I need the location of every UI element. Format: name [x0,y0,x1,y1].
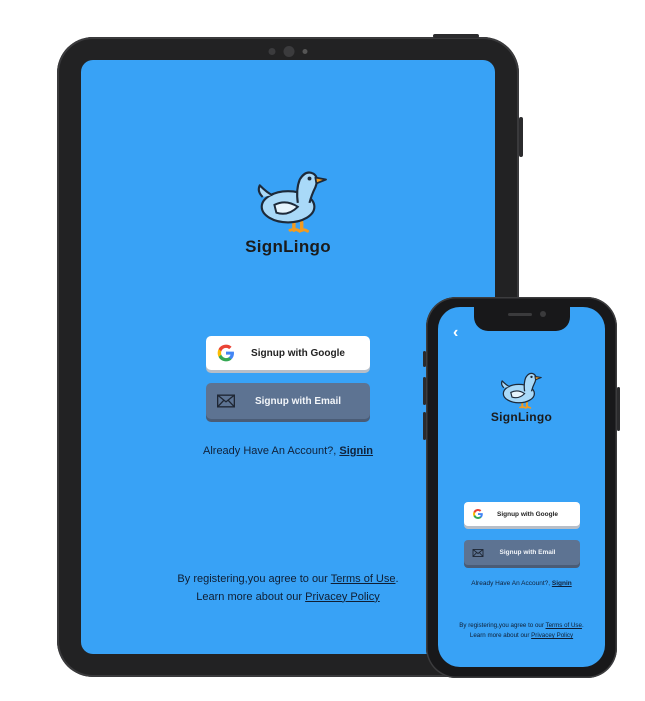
signup-google-button[interactable]: Signup with Google [463,502,580,526]
tablet-side-button [519,117,523,157]
terms-text: By registering,you agree to our [459,622,546,629]
phone-volume-down [423,412,426,440]
google-button-label: Signup with Google [496,510,559,518]
camera-icon [283,46,295,57]
terms-text: By registering,you agree to our [177,573,331,585]
phone-power-button [617,387,620,431]
chevron-left-icon[interactable]: ‹ [453,324,458,342]
signin-link[interactable]: Signin [552,580,572,587]
mail-icon [472,548,483,557]
terms-period: . [581,622,584,629]
duck-logo-icon [257,171,327,234]
app-title: SignLingo [245,237,331,256]
google-button-label: Signup with Google [251,347,345,359]
duck-logo-icon [500,372,542,410]
signin-link[interactable]: Signin [339,445,373,457]
privacy-policy-link[interactable]: Privacey Policy [531,632,573,639]
google-icon [472,509,483,519]
phone-device: ‹ SignLingo Signup with Google Signup wi… [423,297,620,678]
terms-of-use-link[interactable]: Terms of Use [331,573,396,585]
privacy-text: Learn more about our [469,631,532,639]
signin-prompt-text: Already Have An Account?, [471,580,552,587]
email-button-label: Signup with Email [499,549,556,556]
light-sensor-icon [302,49,308,54]
camera-icon [539,311,546,317]
terms-of-use-link[interactable]: Terms of Use [546,622,582,629]
tablet-top-button [433,34,479,38]
signin-prompt: Already Have An Account?, Signin [438,580,605,587]
signup-email-button[interactable]: Signup with Email [463,540,580,565]
signin-prompt-text: Already Have An Account?, [203,445,340,457]
privacy-text: Learn more about our [196,590,306,603]
privacy-policy-link[interactable]: Privacey Policy [305,591,380,603]
signup-email-button[interactable]: Signup with Email [206,383,370,419]
email-button-label: Signup with Email [254,395,342,407]
signup-google-button[interactable]: Signup with Google [206,336,370,370]
sensor-icon [268,48,276,55]
tablet-camera-bar [268,46,308,57]
phone-mute-switch [423,351,426,367]
phone-screen: ‹ SignLingo Signup with Google Signup wi… [438,307,605,667]
terms-period: . [395,573,399,585]
mail-icon [217,394,235,408]
phone-volume-up [423,377,426,405]
phone-notch [473,307,570,331]
google-icon [217,344,234,362]
legal-notice: By registering,you agree to our Terms of… [438,621,605,641]
app-title: SignLingo [490,410,553,424]
speaker-icon [507,313,532,316]
